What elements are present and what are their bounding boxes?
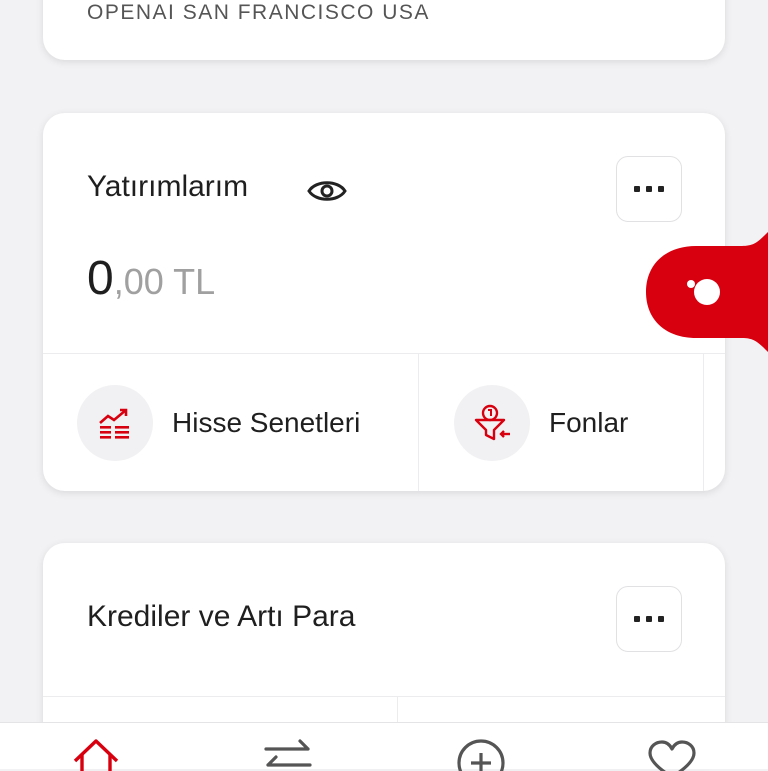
eye-icon[interactable] xyxy=(307,177,347,205)
balance-integer: 0 xyxy=(87,252,114,305)
loans-title: Krediler ve Artı Para xyxy=(87,600,356,633)
address-text: OPENAI SAN FRANCISCO USA xyxy=(87,1,430,24)
stocks-icon-circle xyxy=(77,385,153,461)
floating-assistant-tab[interactable] xyxy=(646,232,768,352)
dot-icon xyxy=(658,186,664,192)
stocks-chart-icon xyxy=(99,408,129,439)
dot-icon xyxy=(646,616,652,622)
investments-balance: 0,00 TL xyxy=(87,251,215,306)
address-card: OPENAI SAN FRANCISCO USA xyxy=(43,0,725,60)
investments-title: Yatırımlarım xyxy=(87,170,249,203)
dot-icon xyxy=(658,616,664,622)
divider xyxy=(418,353,419,491)
heart-icon[interactable] xyxy=(646,737,698,771)
stocks-button[interactable]: Hisse Senetleri xyxy=(77,385,360,461)
investments-more-button[interactable] xyxy=(616,156,682,222)
divider xyxy=(43,696,725,697)
funds-funnel-icon xyxy=(474,404,510,441)
investments-card: Yatırımlarım 0,00 TL Hisse Senetleri Fon… xyxy=(43,113,725,491)
transfer-arrows-icon[interactable] xyxy=(262,737,314,771)
balance-decimal: ,00 TL xyxy=(113,261,216,302)
assistant-dot-icon xyxy=(694,279,720,305)
funds-icon-circle xyxy=(454,385,530,461)
divider xyxy=(703,353,704,491)
funds-button[interactable]: Fonlar xyxy=(454,385,628,461)
dot-icon xyxy=(634,616,640,622)
loans-more-button[interactable] xyxy=(616,586,682,652)
divider xyxy=(43,353,725,354)
stocks-label: Hisse Senetleri xyxy=(172,407,361,438)
dot-icon xyxy=(634,186,640,192)
funds-label: Fonlar xyxy=(549,407,629,438)
add-circle-icon[interactable] xyxy=(455,737,507,771)
home-icon[interactable] xyxy=(72,737,120,771)
dot-icon xyxy=(646,186,652,192)
bottom-nav xyxy=(0,722,768,771)
